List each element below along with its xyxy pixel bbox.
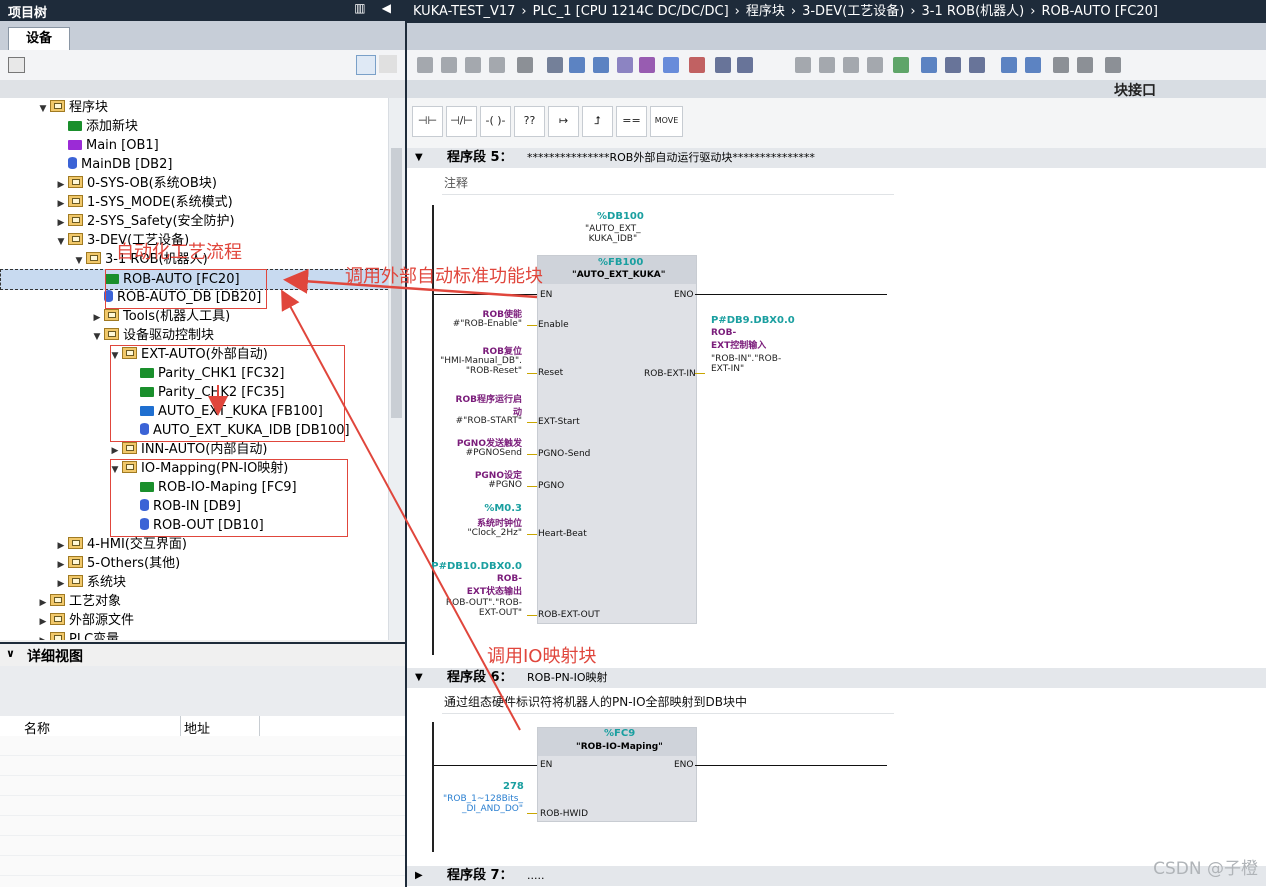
annotation-arrows — [208, 268, 538, 731]
watermark: CSDN @子橙 — [1153, 859, 1258, 879]
arrow-io-to-rob-auto — [281, 289, 521, 731]
arrow-to-rob-auto — [283, 268, 538, 299]
